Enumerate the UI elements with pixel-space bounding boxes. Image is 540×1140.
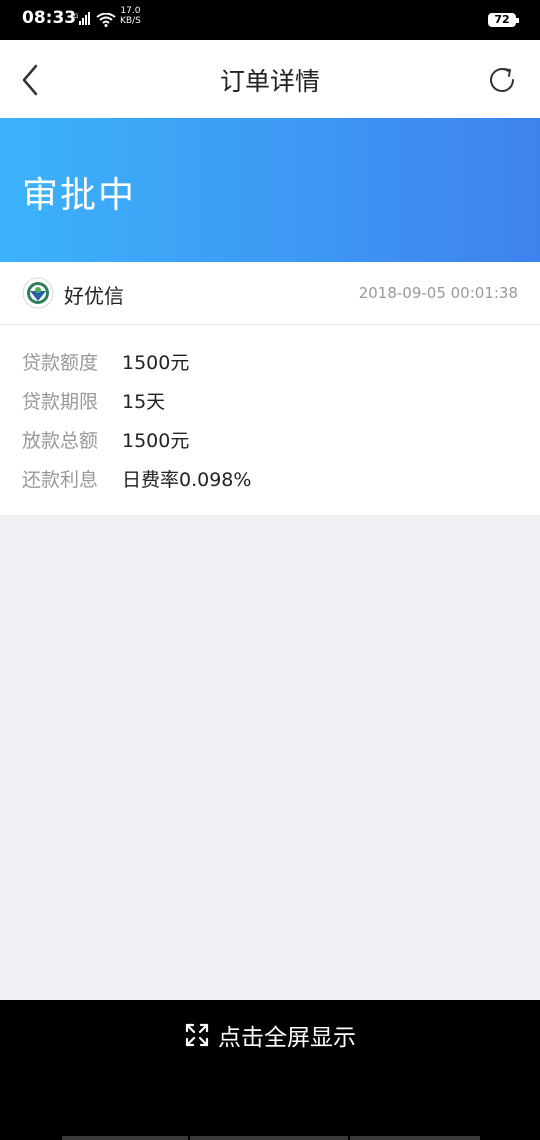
refresh-button[interactable] <box>486 64 518 96</box>
order-datetime: 2018-09-05 00:01:38 <box>358 284 518 302</box>
nav-bar: 订单详情 <box>0 40 540 118</box>
nav-indicator <box>350 1136 480 1140</box>
bottom-panel: 点击全屏显示 <box>0 1000 540 1140</box>
page-title: 订单详情 <box>219 67 320 96</box>
approval-status: 审批中 <box>22 175 137 216</box>
detail-label: 还款利息 <box>22 469 99 491</box>
nav-indicator <box>62 1136 188 1140</box>
lender-logo-icon <box>22 277 54 309</box>
expand-icon <box>185 1023 209 1047</box>
wifi-icon <box>96 12 116 31</box>
status-banner: 审批中 <box>0 118 540 262</box>
network-speed: 17.0 KB/S <box>120 6 141 26</box>
nav-indicator <box>190 1136 348 1140</box>
signal-icon: 4G <box>70 11 92 30</box>
detail-value: 1500元 <box>122 352 190 374</box>
fullscreen-label: 点击全屏显示 <box>218 1025 356 1051</box>
svg-text:4G: 4G <box>70 13 79 20</box>
battery-icon: 72 <box>488 13 519 27</box>
order-card: 好优信 2018-09-05 00:01:38 贷款额度 1500元 贷款期限 … <box>0 262 540 515</box>
detail-value: 15天 <box>122 391 166 413</box>
detail-value: 日费率0.098% <box>122 469 252 491</box>
detail-label: 贷款额度 <box>22 352 99 374</box>
status-time: 08:33 <box>22 8 77 28</box>
fullscreen-button[interactable]: 点击全屏显示 <box>0 1018 540 1051</box>
detail-label: 贷款期限 <box>22 391 99 413</box>
refresh-icon <box>490 68 514 92</box>
detail-label: 放款总额 <box>22 430 99 452</box>
lender-name: 好优信 <box>64 284 124 308</box>
order-card-header: 好优信 2018-09-05 00:01:38 <box>0 262 540 325</box>
detail-value: 1500元 <box>122 430 190 452</box>
battery-level: 72 <box>494 13 510 26</box>
status-bar: 08:33 4G 17.0 KB/S 72 <box>0 0 540 40</box>
